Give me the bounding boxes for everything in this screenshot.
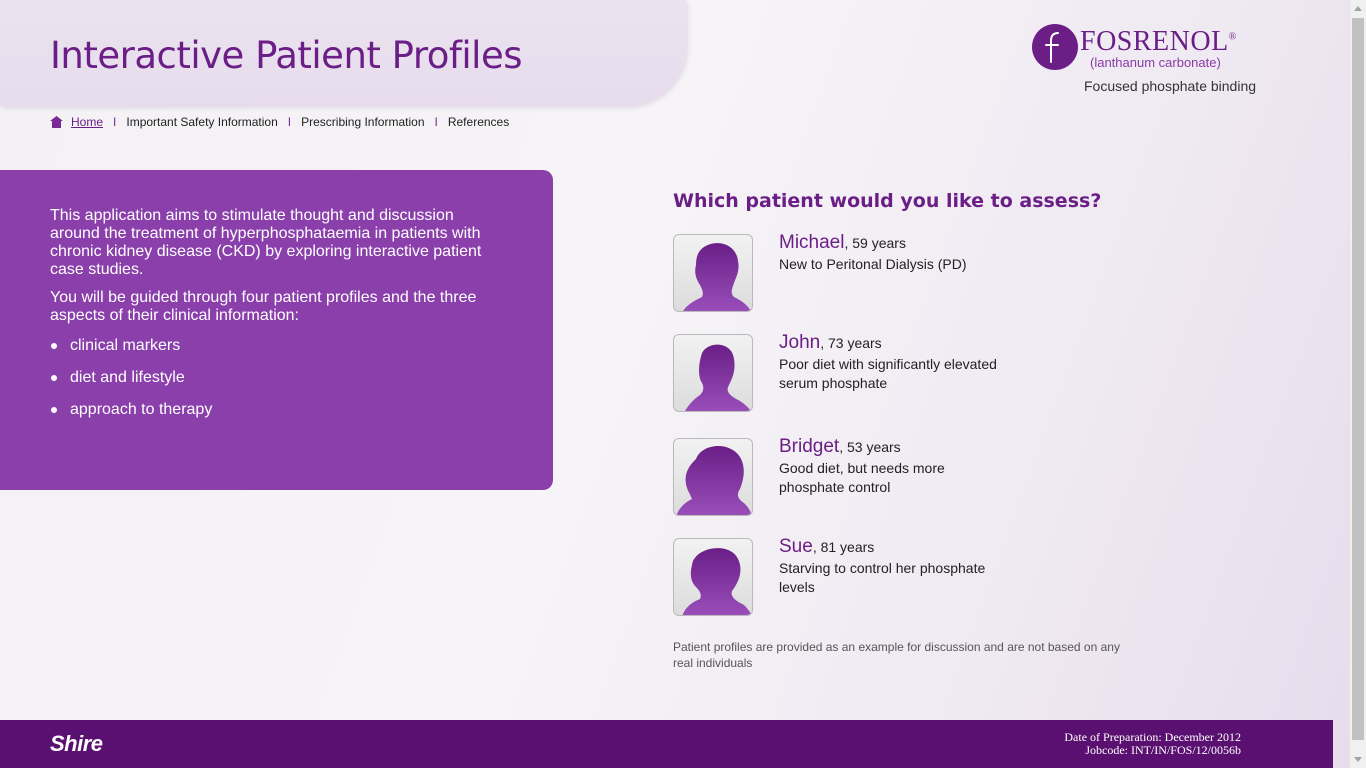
vertical-scrollbar[interactable]	[1349, 0, 1366, 768]
patient-info: Michael, 59 years New to Peritonal Dialy…	[779, 232, 999, 274]
patient-description: Poor diet with significantly elevated se…	[779, 356, 997, 391]
jobcode: Jobcode: INT/IN/FOS/12/0056b	[1085, 743, 1241, 757]
patient-card-bridget[interactable]: Bridget, 53 years Good diet, but needs m…	[673, 436, 1133, 516]
home-icon[interactable]	[50, 116, 63, 128]
nav-prescribing-information-link[interactable]: Prescribing Information	[301, 115, 424, 129]
patient-name[interactable]: Michael	[779, 232, 844, 253]
patient-name[interactable]: John	[779, 332, 820, 353]
patient-card-sue[interactable]: Sue, 81 years Starving to control her ph…	[673, 536, 1133, 616]
intro-paragraph: You will be guided through four patient …	[50, 289, 477, 324]
patient-age: , 53 years	[839, 439, 901, 455]
patient-age: , 59 years	[844, 235, 906, 251]
bullet-item: diet and lifestyle	[50, 369, 503, 387]
bullet-item: clinical markers	[50, 337, 503, 355]
patient-silhouette-icon[interactable]	[673, 538, 753, 616]
patient-silhouette-icon[interactable]	[673, 334, 753, 412]
fosrenol-logo: FOSRENOL® (lanthanum carbonate) Focused …	[1032, 24, 1258, 98]
patient-info: Bridget, 53 years Good diet, but needs m…	[779, 436, 999, 497]
nav-separator: I	[434, 115, 438, 129]
brand-name: FOSRENOL®	[1080, 26, 1237, 57]
scroll-up-arrow-icon[interactable]	[1354, 6, 1362, 11]
disclaimer-text: Patient profiles are provided as an exam…	[673, 640, 1120, 670]
patient-name[interactable]: Bridget	[779, 436, 839, 457]
patient-description: Good diet, but needs more phosphate cont…	[779, 460, 945, 495]
nav-separator: I	[287, 115, 292, 129]
patient-age: , 73 years	[820, 335, 882, 351]
intro-bullet-list: clinical markers diet and lifestyle appr…	[50, 337, 503, 419]
footer: Shire Date of Preparation: December 2012…	[0, 720, 1333, 768]
scrollbar-thumb[interactable]	[1352, 18, 1364, 740]
nav-references-link[interactable]: References	[448, 115, 509, 129]
nav-home-link[interactable]: Home	[71, 115, 103, 129]
patient-card-michael[interactable]: Michael, 59 years New to Peritonal Dialy…	[673, 232, 1133, 312]
intro-panel: This application aims to stimulate thoug…	[0, 170, 553, 490]
patient-description: New to Peritonal Dialysis (PD)	[779, 256, 967, 272]
patient-info: John, 73 years Poor diet with significan…	[779, 332, 999, 393]
nav-separator: I	[113, 115, 117, 129]
patient-question-heading: Which patient would you like to assess?	[673, 190, 1102, 212]
brand-tagline: Focused phosphate binding	[1084, 78, 1257, 94]
patient-description: Starving to control her phosphate levels	[779, 560, 986, 595]
page-title: Interactive Patient Profiles	[50, 34, 523, 77]
bullet-item: approach to therapy	[50, 401, 503, 419]
patient-card-john[interactable]: John, 73 years Poor diet with significan…	[673, 332, 1133, 412]
footer-info: Date of Preparation: December 2012 Jobco…	[1064, 731, 1241, 757]
patient-silhouette-icon[interactable]	[673, 234, 753, 312]
brand-generic-name: (lanthanum carbonate)	[1090, 55, 1221, 70]
patient-name[interactable]: Sue	[779, 536, 813, 557]
shire-logo: Shire	[50, 731, 103, 756]
patient-age: , 81 years	[812, 539, 875, 555]
breadcrumb-nav: Home I Important Safety Information I Pr…	[50, 114, 509, 130]
scroll-down-arrow-icon[interactable]	[1354, 757, 1362, 762]
intro-paragraph: This application aims to stimulate thoug…	[50, 207, 482, 278]
patient-silhouette-icon[interactable]	[673, 438, 753, 516]
patient-info: Sue, 81 years Starving to control her ph…	[779, 536, 999, 597]
nav-safety-information-link[interactable]: Important Safety Information	[126, 115, 277, 129]
fosrenol-logo-mark	[1032, 24, 1078, 70]
